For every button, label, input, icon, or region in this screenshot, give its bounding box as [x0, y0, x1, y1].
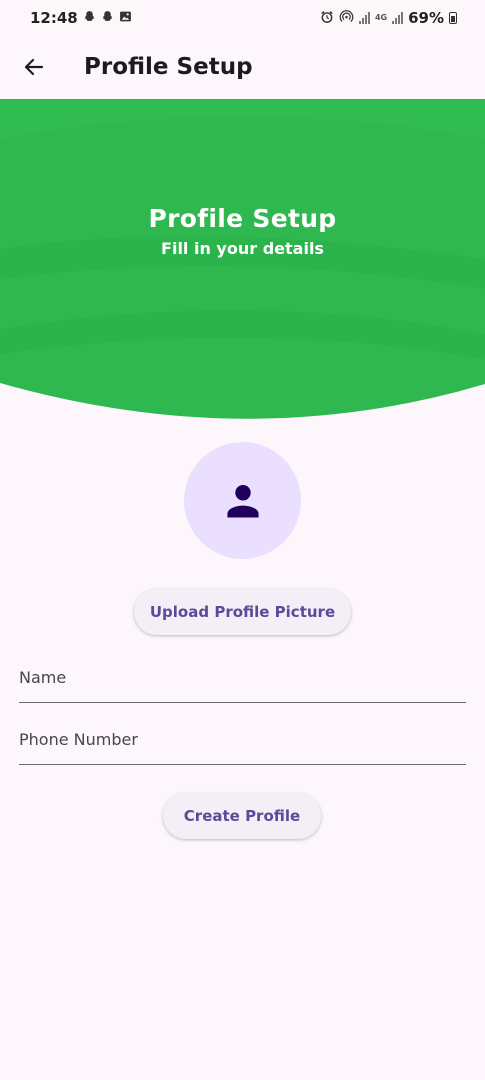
network-type: 4G [374, 13, 388, 22]
avatar[interactable] [184, 442, 301, 559]
status-time: 12:48 [30, 9, 78, 27]
profile-setup-screen: 12:48 4G 69% Profile Setup Profile Setup… [0, 0, 485, 1080]
header-title: Profile Setup [148, 204, 337, 233]
snapchat-icon [101, 10, 114, 26]
person-icon [226, 484, 259, 517]
phone-field-container [19, 714, 466, 765]
page-title: Profile Setup [84, 54, 253, 80]
signal-icon [392, 12, 404, 24]
name-field-container [19, 652, 466, 703]
phone-number-input[interactable] [19, 714, 466, 764]
status-bar: 12:48 4G 69% [0, 0, 485, 36]
back-button[interactable] [10, 43, 58, 91]
gallery-icon [119, 10, 132, 26]
header-subtitle: Fill in your details [161, 239, 324, 258]
status-right: 4G 69% [320, 9, 457, 27]
status-left: 12:48 [30, 9, 132, 27]
alarm-icon [320, 10, 334, 27]
battery-percent: 69% [408, 9, 444, 27]
header-text: Profile Setup Fill in your details [0, 204, 485, 258]
header-banner: Profile Setup Fill in your details [0, 99, 485, 421]
create-profile-button[interactable]: Create Profile [163, 793, 321, 839]
snapchat-icon [83, 10, 96, 26]
app-bar: Profile Setup [0, 36, 485, 98]
signal-icon [358, 12, 370, 24]
name-input[interactable] [19, 652, 466, 702]
upload-profile-picture-button[interactable]: Upload Profile Picture [134, 589, 351, 635]
battery-icon [449, 12, 457, 24]
arrow-left-icon [24, 58, 44, 76]
header-wave-background [0, 99, 485, 419]
hotspot-icon [339, 9, 354, 27]
